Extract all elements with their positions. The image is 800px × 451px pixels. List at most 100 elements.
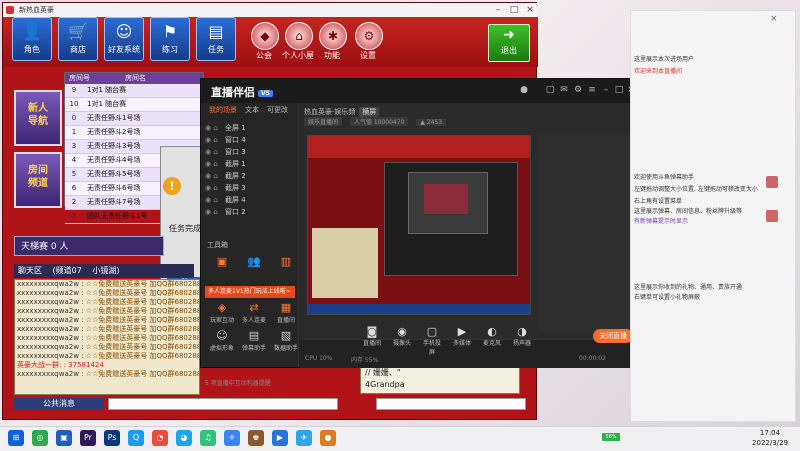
toolbar-label: 直播间 (362, 340, 381, 347)
taskbar-app-icon[interactable]: ◔ (152, 430, 168, 446)
top-icon-1[interactable]: ⌂ (285, 22, 313, 50)
stop-live-button[interactable]: 关闭直播 (593, 329, 633, 343)
portrait-guide[interactable]: 新人 导航 (14, 90, 62, 146)
visibility-icon[interactable]: ◉ ⌂ (205, 195, 218, 206)
chat-tab-area[interactable]: 聊天区 (18, 266, 42, 275)
nav-button-3[interactable]: ⚑ 练习 (150, 17, 190, 61)
panel-line: 这里展示弹幕、房间信息、粉丝牌升级等 (634, 208, 743, 215)
taskbar-app-icon[interactable]: ◕ (176, 430, 192, 446)
exit-button[interactable]: ➜ 退出 (488, 24, 530, 62)
taskbar-app-icon[interactable]: Pr (80, 430, 96, 446)
taskbar-app-icon[interactable]: ⊞ (8, 430, 24, 446)
maximize-icon[interactable]: □ (614, 85, 624, 95)
top-icon-0[interactable]: ◆ (251, 22, 279, 50)
chat-tab-location[interactable]: 小镜湖) (92, 266, 119, 275)
tool-tools_row3-1[interactable]: ▤ 弹幕助手 (241, 329, 267, 355)
scene-item[interactable]: ◉ ⌂ 窗口 4 (205, 135, 295, 146)
live-preview[interactable] (307, 135, 531, 315)
nav-button-4[interactable]: ▤ 任务 (196, 17, 236, 61)
tab-scenes[interactable]: 我的场景 (209, 105, 237, 115)
visibility-icon[interactable]: ◉ ⌂ (205, 135, 218, 146)
toolbar-item-5[interactable]: ◑ 扬声器 (511, 325, 533, 347)
room-number: 4 (71, 156, 77, 164)
visibility-icon[interactable]: ◉ ⌂ (205, 159, 218, 170)
room-row[interactable]: 9 1对1 随台赛 (65, 84, 203, 98)
scene-item[interactable]: ◉ ⌂ 窗口 3 (205, 147, 295, 158)
taskbar-app-icon[interactable]: Q (128, 430, 144, 446)
toolbar-item-0[interactable]: ◙ 直播间 (361, 325, 383, 347)
tool-tools_row1-1[interactable]: 👥 (241, 255, 267, 281)
tool-icon: ⇄ (249, 301, 259, 314)
clock-time: 17:04 (759, 429, 781, 437)
tool-tools_row3-2[interactable]: ▧ 数据助手 (273, 329, 299, 355)
close-icon[interactable]: × (770, 14, 778, 24)
portrait-channel[interactable]: 房间 频道 (14, 152, 62, 208)
promo-banner[interactable]: 多人连麦1V1热门玩法上线啦~ (205, 286, 295, 298)
room-row[interactable]: 1 无责任野斗2号场 (65, 126, 203, 140)
chat-input-secondary[interactable] (376, 398, 526, 410)
nav-label: 好友系统 (108, 45, 140, 54)
toolbar-item-1[interactable]: ◉ 摄像头 (391, 325, 413, 347)
settings-icon[interactable]: ⚙ (573, 85, 583, 95)
nav-icon: ▤ (208, 22, 224, 41)
skin-icon[interactable]: ▢ (545, 85, 555, 95)
taskbar-app-icon[interactable]: ✈ (296, 430, 312, 446)
room-chip[interactable]: 娱乐直播间 (304, 117, 343, 126)
toolbar-item-2[interactable]: ▢ 手机投屏 (421, 325, 443, 356)
top-icon-3[interactable]: ⚙ (355, 22, 383, 50)
live-duration: 00:00:02 (579, 355, 606, 362)
gift-icon (766, 176, 778, 188)
toolbar-item-3[interactable]: ▶ 多媒体 (451, 325, 473, 347)
scene-item[interactable]: ◉ ⌂ 截屏 2 (205, 171, 295, 182)
message-icon[interactable]: ✉ (559, 85, 569, 95)
tool-tools_row1-0[interactable]: ▣ (209, 255, 235, 281)
nav-button-1[interactable]: 🛒 商店 (58, 17, 98, 61)
taskbar-app-icon[interactable]: ♚ (248, 430, 264, 446)
public-message-button[interactable]: 公共消息 (14, 398, 104, 410)
minimize-icon[interactable]: – (491, 3, 505, 17)
taskbar-app-icon[interactable]: ◎ (32, 430, 48, 446)
taskbar-app-icon[interactable]: ⚛ (224, 430, 240, 446)
preview-chat (312, 228, 378, 298)
menu-icon[interactable]: ≡ (587, 85, 597, 95)
visibility-icon[interactable]: ◉ ⌂ (205, 123, 218, 134)
system-clock[interactable]: 17:04 2022/3/29 (748, 428, 792, 448)
orientation-tag[interactable]: 横屏 (359, 107, 380, 117)
maximize-icon[interactable]: □ (507, 3, 521, 17)
room-row[interactable]: 0 无责任野斗1号场 (65, 112, 203, 126)
tool-tools_row1-2[interactable]: ▥ (273, 255, 299, 281)
scene-item[interactable]: ◉ ⌂ 截屏 3 (205, 183, 295, 194)
taskbar-app-icon[interactable]: ♫ (200, 430, 216, 446)
room-row[interactable]: 10 1对1 随台赛 (65, 98, 203, 112)
visibility-icon[interactable]: ◉ ⌂ (205, 147, 218, 158)
minimize-icon[interactable]: – (601, 85, 611, 95)
toolbar-item-4[interactable]: ◐ 麦克风 (481, 325, 503, 347)
chat-tab-channel[interactable]: (频道07 (53, 266, 82, 275)
visibility-icon[interactable]: ◉ ⌂ (205, 183, 218, 194)
taskbar-app-icon[interactable]: Ps (104, 430, 120, 446)
user-avatar-icon[interactable]: ● (519, 85, 529, 95)
tab-text[interactable]: 文本 (245, 105, 259, 115)
nav-button-0[interactable]: 👤 角色 (12, 17, 52, 61)
nav-button-2[interactable]: ☺ 好友系统 (104, 17, 144, 61)
panel-line: 有新弹幕提示时显示 (634, 218, 689, 225)
taskbar-app-icon[interactable]: ▶ (272, 430, 288, 446)
scene-item[interactable]: ◉ ⌂ 全屏 1 (205, 123, 295, 134)
chat-input[interactable] (108, 398, 338, 410)
visibility-icon[interactable]: ◉ ⌂ (205, 207, 218, 218)
tab-editable[interactable]: 可更改 (267, 105, 288, 115)
scene-item[interactable]: ◉ ⌂ 截屏 1 (205, 159, 295, 170)
close-icon[interactable]: × (523, 3, 537, 17)
taskbar-app-icon[interactable]: ● (320, 430, 336, 446)
tool-tools_row2-1[interactable]: ⇄ 多人连麦 (241, 301, 267, 327)
top-icon-2[interactable]: ✱ (319, 22, 347, 50)
tool-tools_row2-2[interactable]: ▦ 直播间 (273, 301, 299, 327)
tool-tools_row3-0[interactable]: ☺ 虚拟形象 (209, 329, 235, 355)
visibility-icon[interactable]: ◉ ⌂ (205, 171, 218, 182)
tool-tools_row2-0[interactable]: ◈ 玩家互动 (209, 301, 235, 327)
room-number: 9 (71, 86, 77, 94)
taskbar-app-icon[interactable]: ▣ (56, 430, 72, 446)
scene-item[interactable]: ◉ ⌂ 截屏 4 (205, 195, 295, 206)
scene-item[interactable]: ◉ ⌂ 窗口 2 (205, 207, 295, 218)
chat-message: ☆☆免费赠送英豪号 加QQ群6802888★ (85, 298, 200, 306)
